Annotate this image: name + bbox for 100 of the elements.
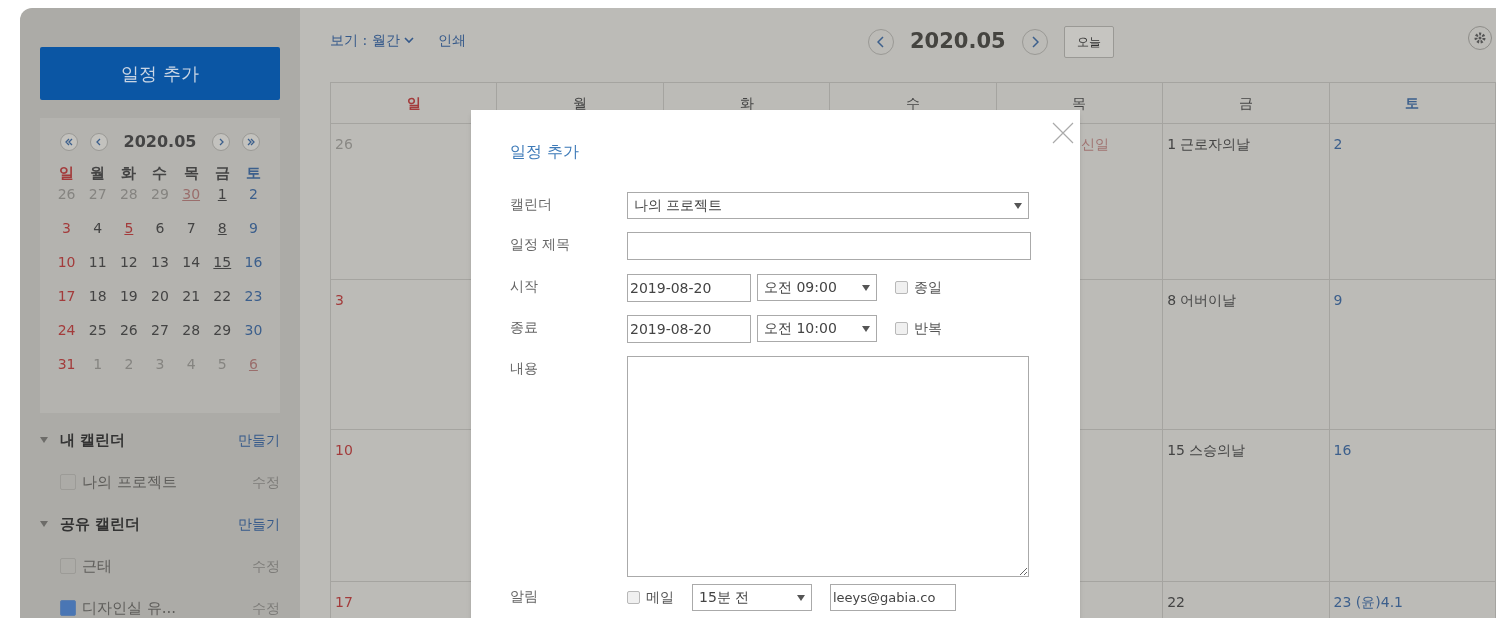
previous-button[interactable] [89, 133, 108, 151]
day-number[interactable]: 6 [248, 354, 258, 375]
calendar-name[interactable]: 나의 프로젝트 [82, 470, 177, 494]
day-number[interactable]: 17 [57, 286, 76, 307]
chevron-right-icon [218, 138, 224, 146]
checkbox-label: 반복 [914, 319, 942, 338]
day-number[interactable]: 11 [88, 252, 107, 273]
section-title[interactable]: 공유 캘린더 [60, 512, 141, 536]
day-number[interactable]: 7 [186, 218, 196, 239]
chevron-right-icon [1030, 36, 1039, 48]
checkbox[interactable] [60, 600, 76, 616]
double-chevron-left-icon [64, 138, 73, 146]
date-input[interactable]: 2019-08-20 [627, 274, 751, 302]
checkbox-label: 종일 [914, 278, 942, 297]
day-number[interactable]: 2 [248, 184, 258, 205]
checkbox-label: 메일 [646, 588, 674, 607]
day-label: 23 (윤)4.1 [1333, 594, 1403, 610]
section-title[interactable]: 내 캘린더 [60, 428, 126, 452]
caret-icon [40, 521, 48, 527]
day-label: 10 [335, 442, 353, 458]
day-number[interactable]: 18 [88, 286, 107, 307]
close-icon[interactable] [1052, 122, 1074, 144]
day-cell[interactable]: 23 (윤)4.1 [1329, 582, 1496, 618]
gear-icon [1473, 31, 1487, 45]
day-number[interactable]: 20 [151, 286, 169, 307]
day-number[interactable]: 15 [213, 252, 232, 273]
reminder-select[interactable]: 15분 전 [692, 584, 812, 611]
first-page-button[interactable] [59, 133, 78, 151]
day-cell[interactable]: 16 [1329, 430, 1496, 582]
field-label: 시작 [510, 277, 539, 296]
day-number[interactable]: 8 [217, 218, 227, 239]
day-number[interactable]: 10 [57, 252, 76, 273]
time-select[interactable]: 오전 10:00 [757, 315, 877, 342]
dropdown-arrow-icon [1014, 202, 1022, 209]
day-number[interactable]: 23 [244, 286, 263, 307]
field-label: 내용 [510, 359, 539, 378]
email-input[interactable]: leeys@gabia.co [830, 584, 956, 611]
day-cell[interactable]: 1 근로자의날 [1163, 124, 1330, 280]
calendar-select[interactable]: 나의 프로젝트 [627, 192, 1029, 219]
day-label: 2 [1333, 136, 1343, 152]
calendar-name[interactable]: 디자인실 유... [82, 596, 177, 618]
day-number[interactable]: 5 [124, 218, 134, 239]
day-number[interactable]: 19 [119, 286, 138, 307]
content-textarea[interactable] [627, 356, 1029, 577]
day-number[interactable]: 6 [155, 218, 165, 239]
day-cell[interactable]: 8 어버이날 [1163, 280, 1330, 430]
day-number[interactable]: 1 [217, 184, 227, 205]
caret-icon [40, 437, 48, 443]
checkbox[interactable] [895, 322, 908, 335]
next-button[interactable] [212, 133, 231, 151]
day-label: 16 [1333, 442, 1352, 458]
weekday-label: 월 [89, 163, 107, 184]
day-number[interactable]: 25 [88, 320, 107, 341]
date-input[interactable]: 2019-08-20 [627, 315, 751, 343]
day-number[interactable]: 3 [62, 218, 72, 239]
checkbox[interactable] [627, 591, 640, 604]
day-number[interactable]: 21 [182, 286, 201, 307]
day-number[interactable]: 14 [182, 252, 201, 273]
day-number[interactable]: 12 [119, 252, 138, 273]
day-number[interactable]: 16 [244, 252, 263, 273]
day-number[interactable]: 27 [151, 320, 169, 341]
day-number[interactable]: 24 [57, 320, 76, 341]
double-chevron-right-icon [247, 138, 256, 146]
day-number[interactable]: 26 [119, 320, 138, 341]
dropdown-arrow-icon [797, 594, 805, 601]
day-number[interactable]: 28 [182, 320, 201, 341]
day-label: 1 근로자의날 [1167, 136, 1251, 152]
day-cell[interactable]: 2 [1329, 124, 1496, 280]
create-link[interactable]: 만들기 [238, 429, 280, 451]
day-cell[interactable]: 9 [1329, 280, 1496, 430]
last-page-button[interactable] [242, 133, 261, 151]
checkbox[interactable] [895, 281, 908, 294]
time-select[interactable]: 오전 09:00 [757, 274, 877, 301]
calendar-name[interactable]: 근태 [82, 554, 112, 578]
day-number[interactable]: 22 [213, 286, 232, 307]
view-dropdown[interactable]: 보기 : 월간 [330, 30, 414, 51]
day-label: 3 [335, 292, 344, 308]
title-input[interactable] [627, 232, 1031, 260]
field-label: 종료 [510, 318, 539, 337]
weekday-header: 토 [1329, 83, 1496, 124]
day-number[interactable]: 30 [244, 320, 263, 341]
weekday-label: 토 [244, 163, 262, 184]
day-number[interactable]: 4 [93, 218, 103, 239]
today-button[interactable]: 오늘 [1063, 26, 1114, 58]
day-label: 8 어버이날 [1167, 292, 1237, 308]
day-cell[interactable]: 22 [1163, 582, 1330, 618]
create-link[interactable]: 만들기 [238, 513, 280, 535]
day-number[interactable]: 9 [248, 218, 258, 239]
day-label: 신일 [1080, 136, 1109, 152]
print-link[interactable]: 인쇄 [437, 30, 466, 51]
day-number[interactable]: 31 [57, 354, 76, 375]
weekday-label: 금 [213, 163, 231, 184]
dropdown-arrow-icon [862, 325, 870, 332]
day-number[interactable]: 30 [182, 184, 201, 205]
day-number[interactable]: 13 [151, 252, 169, 273]
day-label: 17 [335, 594, 353, 610]
day-cell[interactable]: 15 스승의날 [1163, 430, 1330, 582]
day-label: 9 [1333, 292, 1343, 308]
add-event-button[interactable]: 일정 추가 [40, 47, 280, 100]
day-number[interactable]: 29 [213, 320, 232, 341]
